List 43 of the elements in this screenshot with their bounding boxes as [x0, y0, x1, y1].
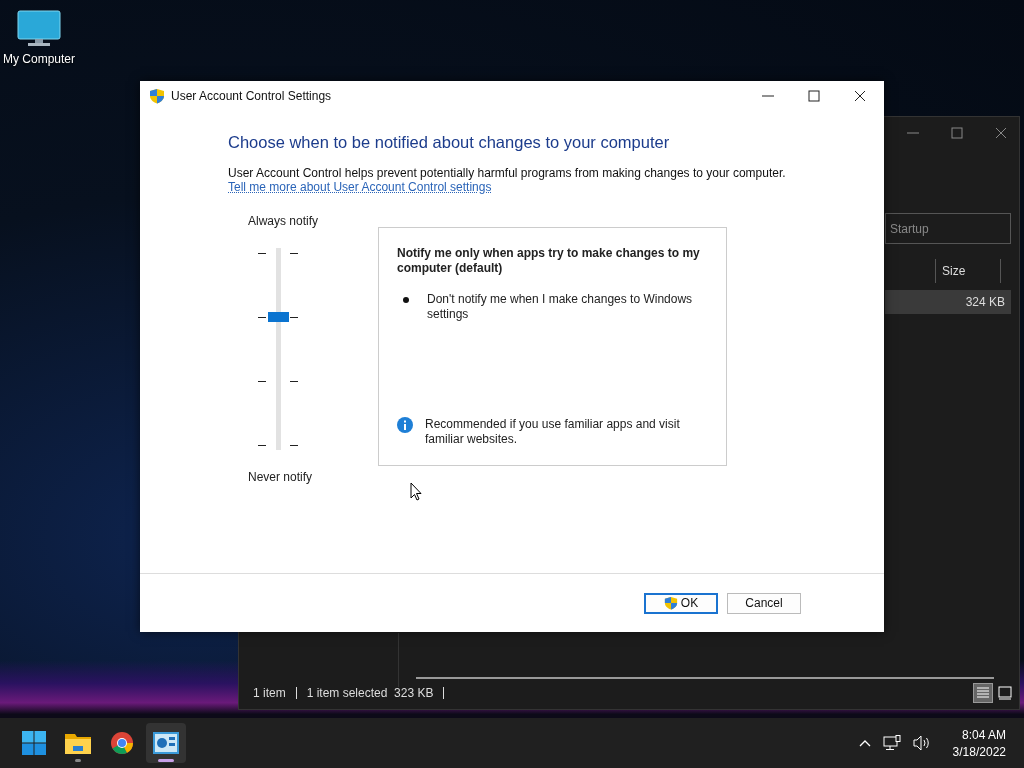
windows-logo-icon [22, 731, 46, 755]
status-text: 1 item selected 323 KB [306, 686, 434, 700]
window-title: User Account Control Settings [171, 89, 332, 103]
list-icon [976, 686, 990, 700]
monitor-icon[interactable] [17, 10, 61, 48]
search-field[interactable]: Startup [885, 213, 1011, 244]
preview-pane-icon [998, 686, 1012, 700]
slider-thumb[interactable] [268, 311, 289, 322]
file-row[interactable]: 324 KB [885, 290, 1011, 314]
maximize-icon[interactable] [808, 90, 820, 102]
network-icon[interactable] [882, 735, 901, 751]
maximize-icon[interactable] [951, 127, 963, 139]
browser-icon [110, 731, 134, 755]
recommendation-text: Recommended if you use familiar apps and visit familiar websites. [425, 417, 681, 447]
clock-date[interactable]: 3/18/2022 [952, 744, 1006, 759]
info-icon [397, 417, 413, 433]
column-header[interactable]: Size [935, 259, 1001, 283]
pointer-icon [410, 482, 422, 501]
bullet-icon [403, 297, 409, 303]
slider-label: Never notify [248, 470, 314, 484]
cancel-button[interactable]: Cancel [727, 592, 801, 614]
heading: Choose when to be notified about changes to your computer [228, 133, 671, 152]
slider-label: Always notify [248, 214, 320, 228]
control-panel-icon [153, 732, 179, 754]
status-text: 1 item [253, 686, 286, 700]
clock-time[interactable]: 8:04 AM [961, 727, 1006, 742]
details-view-button[interactable] [973, 683, 993, 703]
speaker-icon[interactable] [912, 735, 931, 751]
ok-button[interactable]: OK [644, 592, 718, 614]
help-link[interactable]: Tell me more about User Account Control settings [228, 180, 492, 194]
notification-slider[interactable] [258, 246, 298, 452]
bullet-text: Don't notify me when I make changes to Windows settings [427, 292, 694, 322]
shield-icon [663, 596, 678, 610]
scrollbar[interactable] [416, 677, 994, 679]
folder-icon [65, 732, 91, 754]
close-icon[interactable] [854, 90, 866, 102]
icon-label[interactable]: My Computer [3, 52, 75, 66]
shield-icon [149, 88, 165, 104]
description: User Account Control helps prevent potentially harmful programs from making changes to your computer. [228, 166, 787, 180]
control-panel-button[interactable] [146, 723, 186, 763]
tiles-view-button[interactable] [995, 683, 1015, 703]
level-title: Notify me only when apps try to make changes to my computer (default) [397, 246, 701, 276]
chevron-up-icon[interactable] [858, 739, 871, 747]
